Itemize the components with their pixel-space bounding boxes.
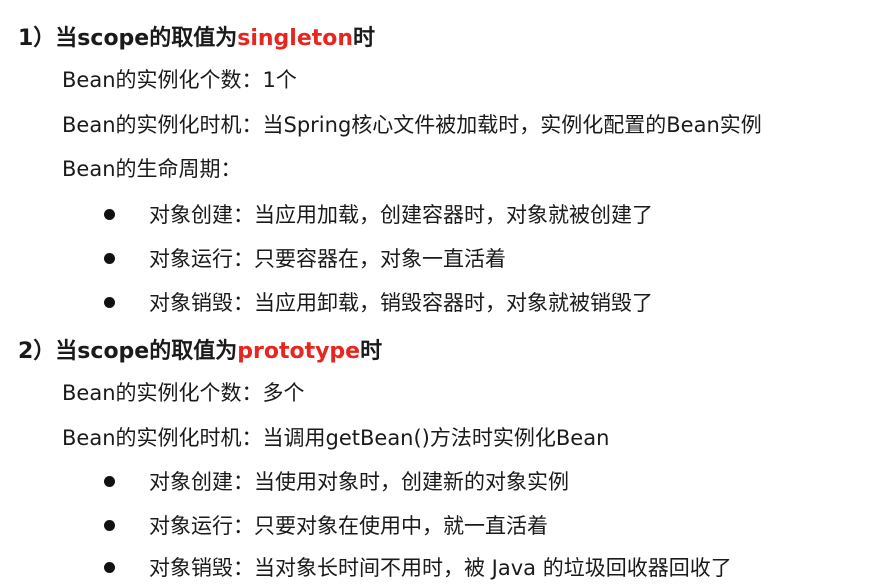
bullet-dot-icon — [104, 296, 115, 308]
bullet-dot-icon — [104, 519, 115, 531]
section2-instance-count: Bean的实例化个数：多个 — [62, 381, 305, 405]
section2-bullet-destroy-text: 对象销毁：当对象长时间不用时，被 Java 的垃圾回收器回收了 — [149, 556, 732, 580]
slide-content: 1）当scope的取值为singleton时 Bean的实例化个数：1个 Bea… — [0, 0, 894, 588]
section1-bullet-run-text: 对象运行：只要容器在，对象一直活着 — [149, 247, 506, 271]
section1-bullet-destroy: 对象销毁：当应用卸载，销毁容器时，对象就被销毁了 — [104, 287, 653, 317]
section2-bullet-create-text: 对象创建：当使用对象时，创建新的对象实例 — [149, 470, 569, 494]
section2-bullet-destroy: 对象销毁：当对象长时间不用时，被 Java 的垃圾回收器回收了 — [104, 552, 732, 582]
section2-instance-timing: Bean的实例化时机：当调用getBean()方法时实例化Bean — [62, 426, 610, 450]
bullet-dot-icon — [104, 561, 115, 573]
section2-bullet-create: 对象创建：当使用对象时，创建新的对象实例 — [104, 466, 569, 496]
bullet-dot-icon — [104, 475, 115, 487]
section2-bullet-run: 对象运行：只要对象在使用中，就一直活着 — [104, 510, 548, 540]
section1-bullet-create-text: 对象创建：当应用加载，创建容器时，对象就被创建了 — [149, 203, 653, 227]
section1-instance-count: Bean的实例化个数：1个 — [62, 68, 297, 92]
section1-bullet-create: 对象创建：当应用加载，创建容器时，对象就被创建了 — [104, 199, 653, 229]
section1-lifecycle-label: Bean的生命周期： — [62, 157, 242, 181]
section2-heading-suffix: 时 — [360, 339, 383, 364]
section1-instance-timing: Bean的实例化时机：当Spring核心文件被加载时，实例化配置的Bean实例 — [62, 113, 762, 137]
section1-heading: 1）当scope的取值为singleton时 — [18, 20, 375, 52]
bullet-dot-icon — [104, 252, 115, 264]
section1-heading-keyword: singleton — [237, 26, 354, 51]
section1-heading-prefix: 1）当scope的取值为 — [18, 26, 238, 51]
section1-bullet-run: 对象运行：只要容器在，对象一直活着 — [104, 243, 506, 273]
section1-bullet-destroy-text: 对象销毁：当应用卸载，销毁容器时，对象就被销毁了 — [149, 291, 653, 315]
section1-heading-suffix: 时 — [353, 26, 376, 51]
section2-heading: 2）当scope的取值为prototype时 — [18, 333, 382, 365]
bullet-dot-icon — [104, 208, 115, 220]
section2-heading-prefix: 2）当scope的取值为 — [18, 339, 238, 364]
section2-bullet-run-text: 对象运行：只要对象在使用中，就一直活着 — [149, 514, 548, 538]
section2-heading-keyword: prototype — [237, 339, 361, 364]
